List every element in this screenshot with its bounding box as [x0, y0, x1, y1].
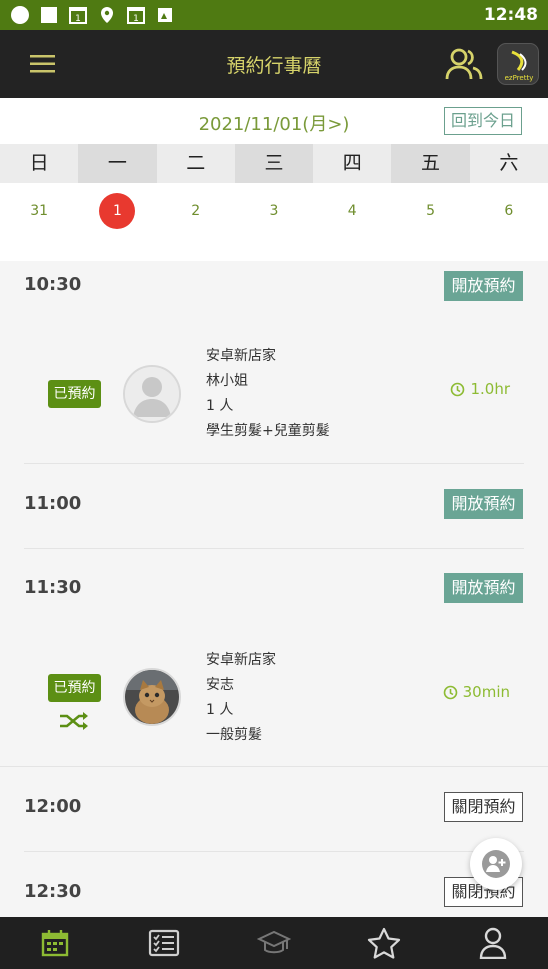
nav-profile[interactable] [438, 917, 548, 969]
booking-customer: 安志 [206, 677, 234, 693]
open-booking-button[interactable]: 開放預約 [444, 489, 523, 519]
weekday-sun: 日 [0, 144, 79, 183]
day-number: 6 [504, 203, 514, 219]
nav-course[interactable] [219, 917, 329, 969]
weekday-thu: 四 [313, 144, 392, 183]
weekday-mon: 一 [78, 144, 157, 183]
booking-card[interactable]: 已預約 安卓新店家 林小姐 1 人 學生剪髮+兒童剪髮 1.0hr [0, 341, 548, 461]
calendar-1-icon: 1 [68, 5, 88, 25]
day-number: 1 [112, 203, 122, 219]
nav-calendar[interactable] [0, 917, 110, 969]
add-person-icon [482, 850, 510, 878]
duration-text: 1.0hr [470, 380, 510, 398]
booking-info: 安卓新店家 安志 1 人 一般剪髮 [206, 648, 276, 748]
booking-card[interactable]: 已預約 安卓新店家 安志 1 人 一般剪髮 30min [0, 646, 548, 766]
day-cell[interactable]: 6 [470, 183, 548, 261]
divider [0, 766, 548, 767]
photo-icon [155, 5, 175, 25]
slot-time: 11:00 [24, 493, 82, 514]
nav-checklist[interactable] [110, 917, 220, 969]
clock-icon [451, 382, 465, 396]
booking-duration: 30min [443, 683, 510, 701]
day-cell-selected[interactable]: 1 [78, 183, 156, 261]
booked-badge: 已預約 [48, 380, 101, 408]
booking-duration: 1.0hr [450, 380, 510, 398]
close-booking-button[interactable]: 關閉預約 [444, 792, 523, 822]
day-number: 2 [191, 203, 201, 219]
booked-badge: 已預約 [48, 674, 101, 702]
avatar [123, 668, 181, 726]
weekday-sat: 六 [469, 144, 548, 183]
users-icon[interactable] [444, 46, 484, 82]
booking-service: 一般剪髮 [206, 727, 262, 743]
open-booking-button[interactable]: 開放預約 [444, 573, 523, 603]
open-booking-button[interactable]: 開放預約 [444, 271, 523, 301]
shuffle-icon[interactable] [58, 711, 90, 735]
status-bar: 1 1 12:48 [0, 0, 548, 30]
checklist-icon [149, 929, 180, 957]
date-header: 2021/11/01(月>) 回到今日 [0, 98, 548, 144]
schedule-list[interactable]: 10:30 開放預約 已預約 安卓新店家 林小姐 1 人 學生剪髮+兒童剪髮 1… [0, 261, 548, 917]
location-pin-icon [97, 5, 117, 25]
square-app-icon [39, 5, 59, 25]
nav-favorites[interactable] [329, 917, 439, 969]
clock-icon [443, 685, 457, 699]
bottom-nav [0, 917, 548, 969]
weekday-tue: 二 [156, 144, 235, 183]
app-bar: 預約行事曆 ezPretty [0, 30, 548, 98]
booking-service: 學生剪髮+兒童剪髮 [206, 423, 330, 439]
slot-time: 10:30 [24, 274, 82, 295]
day-cell[interactable]: 2 [157, 183, 235, 261]
divider [24, 463, 524, 464]
slot-time: 11:30 [24, 577, 82, 598]
day-cell[interactable]: 31 [0, 183, 78, 261]
brand-logo[interactable]: ezPretty [497, 43, 539, 85]
slot-time: 12:30 [24, 881, 82, 902]
weekday-fri: 五 [391, 144, 470, 183]
status-time: 12:48 [483, 5, 538, 25]
booking-store: 安卓新店家 [206, 652, 276, 668]
slot-time: 12:00 [24, 796, 82, 817]
circle-app-icon [10, 5, 30, 25]
booking-people: 1 人 [206, 702, 234, 718]
day-number: 3 [269, 203, 279, 219]
booking-store: 安卓新店家 [206, 348, 276, 364]
duration-text: 30min [462, 683, 510, 701]
day-cell[interactable]: 4 [313, 183, 391, 261]
booking-people: 1 人 [206, 398, 234, 414]
weekday-header: 日 一 二 三 四 五 六 [0, 144, 548, 183]
avatar [123, 365, 181, 423]
brand-logo-text: ezPretty [505, 74, 534, 82]
booking-customer: 林小姐 [206, 373, 248, 389]
day-number: 5 [426, 203, 435, 219]
add-contact-fab[interactable] [470, 838, 522, 890]
day-cell[interactable]: 5 [391, 183, 469, 261]
calendar-1-icon: 1 [126, 5, 146, 25]
day-number: 4 [347, 203, 357, 219]
app-root: 1 1 12:48 預約行事曆 ezPretty 2021/11/01(月>) … [0, 0, 548, 969]
calendar-icon [41, 930, 68, 957]
profile-icon [479, 927, 507, 959]
divider [24, 548, 524, 549]
weekday-wed: 三 [234, 144, 314, 183]
back-to-today-button[interactable]: 回到今日 [444, 107, 522, 135]
divider [24, 851, 524, 852]
graduation-cap-icon [256, 930, 291, 954]
week-day-row: 31 1 2 3 4 5 6 [0, 183, 548, 261]
day-number: 31 [30, 203, 49, 219]
booking-info: 安卓新店家 林小姐 1 人 學生剪髮+兒童剪髮 [206, 344, 330, 444]
svg-text:1: 1 [133, 14, 139, 24]
svg-text:1: 1 [75, 14, 81, 24]
day-cell[interactable]: 3 [235, 183, 313, 261]
star-icon [367, 927, 400, 959]
